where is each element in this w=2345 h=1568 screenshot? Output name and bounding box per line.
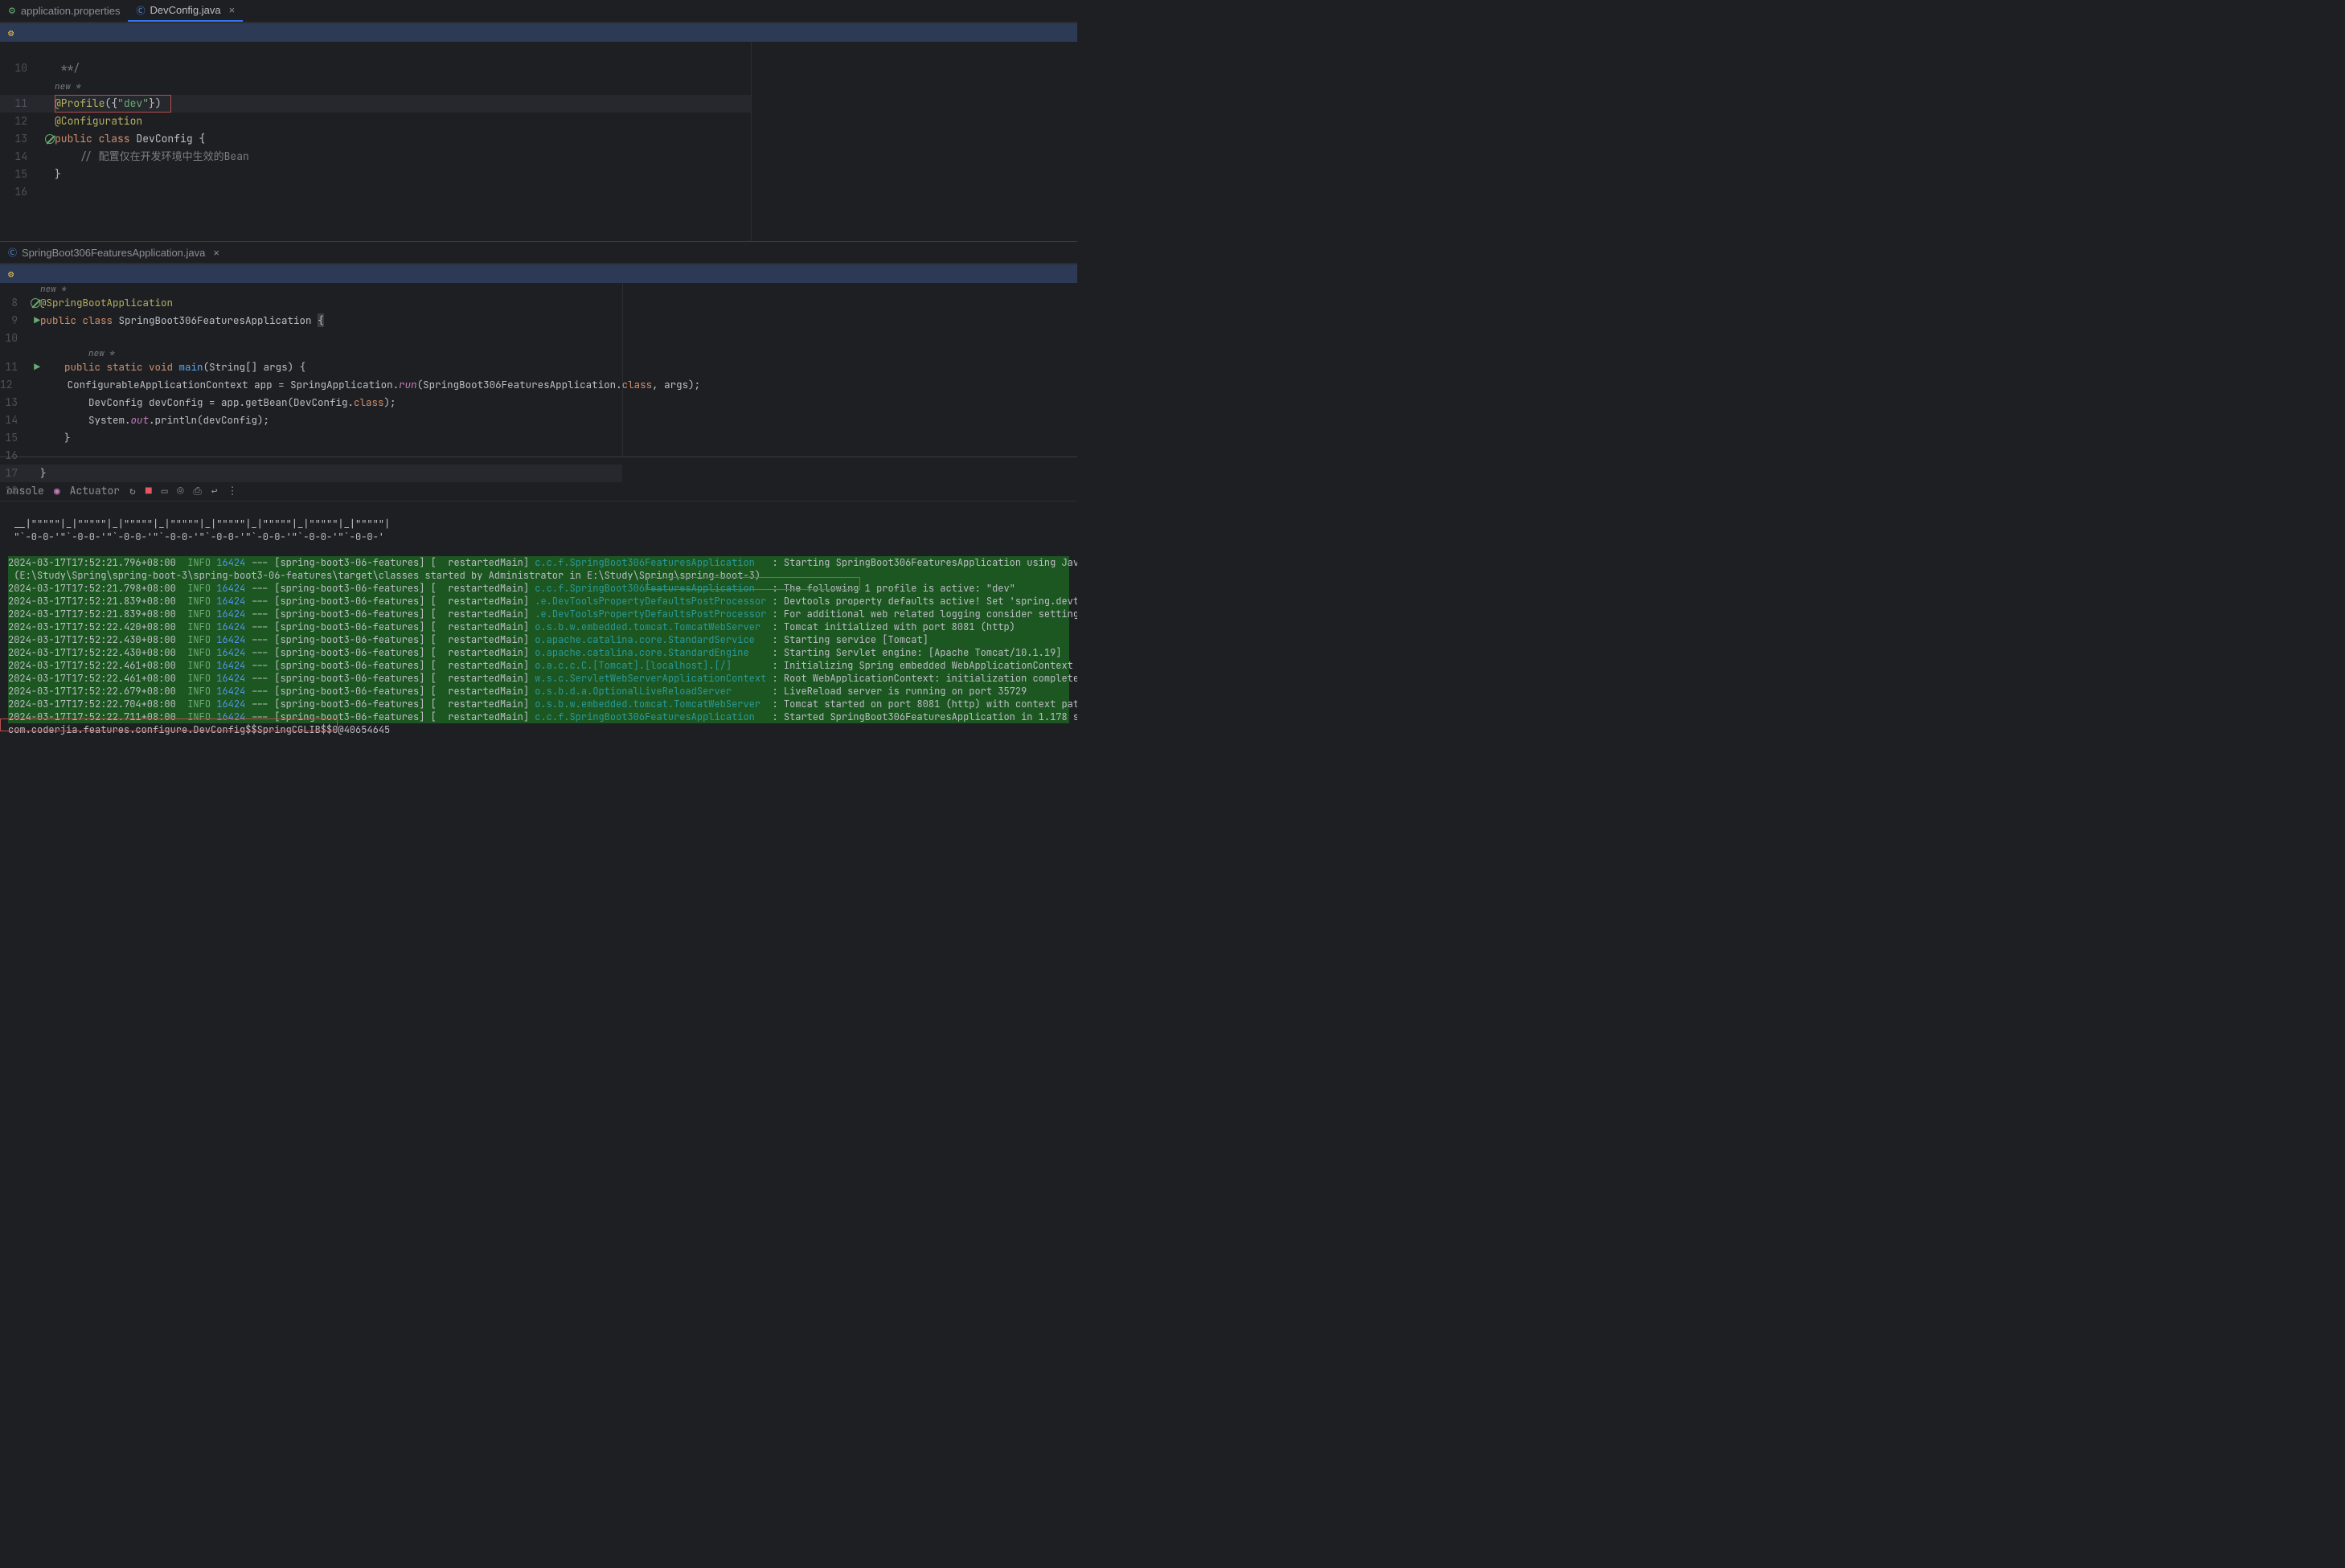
minimap[interactable] — [623, 283, 1077, 456]
code-line[interactable] — [0, 42, 751, 59]
code-line[interactable]: 16 — [0, 447, 622, 465]
code-line[interactable]: 9▶public class SpringBoot306FeaturesAppl… — [0, 312, 622, 330]
code-line[interactable]: 14 System.out.println(devConfig); — [0, 411, 622, 429]
breadcrumb-editor1: ⚙ — [0, 23, 1077, 42]
editor-tabs-mid: Ⓒ SpringBoot306FeaturesApplication.java … — [0, 241, 1077, 264]
close-icon[interactable]: × — [229, 4, 236, 16]
code-line[interactable]: 8@SpringBootApplication — [0, 294, 622, 312]
code-line[interactable]: 12@Configuration — [0, 113, 751, 130]
editor-tabs-top: ⚙ application.properties Ⓒ DevConfig.jav… — [0, 0, 1077, 23]
result-line: com.coderjia.features.configure.DevConfi… — [8, 723, 1069, 736]
properties-icon: ⚙ — [8, 6, 16, 16]
tab-application-properties[interactable]: ⚙ application.properties — [0, 0, 128, 22]
suppress-icon — [31, 298, 40, 308]
ascii-line: "`-0-0-'"`-0-0-'"`-0-0-'"`-0-0-'"`-0-0-'… — [8, 530, 1069, 543]
log-line: 2024-03-17T17:52:21.798+08:00 INFO 16424… — [8, 582, 1069, 595]
log-line: 2024-03-17T17:52:22.704+08:00 INFO 16424… — [8, 698, 1069, 710]
code-line[interactable]: 13 DevConfig devConfig = app.getBean(Dev… — [0, 394, 622, 411]
code-line[interactable]: 11▶ public static void main(String[] arg… — [0, 358, 622, 376]
tab-label: DevConfig.java — [150, 4, 220, 16]
code-line[interactable]: 11@Profile({"dev"}) — [0, 95, 751, 113]
log-line: 2024-03-17T17:52:21.839+08:00 INFO 16424… — [8, 608, 1069, 620]
code-line[interactable]: 17} — [0, 465, 622, 482]
breadcrumb-icon: ⚙ — [8, 268, 14, 280]
editor-devconfig[interactable]: 10 **/new *11@Profile({"dev"})12@Configu… — [0, 42, 1077, 241]
editor-application[interactable]: new *8@SpringBootApplication9▶public cla… — [0, 283, 1077, 456]
log-line: 2024-03-17T17:52:22.679+08:00 INFO 16424… — [8, 685, 1069, 698]
tab-label: SpringBoot306FeaturesApplication.java — [22, 247, 205, 259]
log-line: 2024-03-17T17:52:22.420+08:00 INFO 16424… — [8, 620, 1069, 633]
code-line[interactable]: 13public class DevConfig { — [0, 130, 751, 148]
ascii-line: __|"""""|_|"""""|_|"""""|_|"""""|_|"""""… — [8, 518, 1069, 530]
tab-devconfig-java[interactable]: Ⓒ DevConfig.java × — [128, 0, 243, 22]
log-output-block: 2024-03-17T17:52:21.796+08:00 INFO 16424… — [8, 556, 1069, 723]
log-line: 2024-03-17T17:52:22.711+08:00 INFO 16424… — [8, 710, 1069, 723]
log-line: (E:\Study\Spring\spring-boot-3\spring-bo… — [8, 569, 1069, 582]
tab-app-java[interactable]: Ⓒ SpringBoot306FeaturesApplication.java … — [0, 242, 228, 263]
java-class-icon: Ⓒ — [8, 246, 17, 259]
minimap[interactable] — [752, 42, 1077, 241]
log-line: 2024-03-17T17:52:22.461+08:00 INFO 16424… — [8, 672, 1069, 685]
code-line[interactable]: 16 — [0, 183, 751, 201]
run-gutter-icon[interactable]: ▶ — [34, 312, 40, 330]
run-gutter-icon[interactable]: ▶ — [34, 358, 40, 376]
code-line[interactable]: 10 — [0, 330, 622, 347]
code-line[interactable]: 18 — [0, 482, 622, 500]
code-line[interactable]: new * — [0, 77, 751, 95]
code-line[interactable]: 10 **/ — [0, 59, 751, 77]
log-line: 2024-03-17T17:52:22.430+08:00 INFO 16424… — [8, 633, 1069, 646]
suppress-icon — [45, 134, 55, 144]
log-line: 2024-03-17T17:52:21.796+08:00 INFO 16424… — [8, 556, 1069, 569]
code-line[interactable]: 14 // 配置仅在开发环境中生效的Bean — [0, 148, 751, 166]
code-line[interactable]: 15} — [0, 166, 751, 183]
code-line[interactable]: new * — [0, 283, 622, 294]
java-class-icon: Ⓒ — [136, 4, 145, 17]
log-line: 2024-03-17T17:52:21.839+08:00 INFO 16424… — [8, 595, 1069, 608]
close-icon[interactable]: × — [213, 247, 219, 259]
console-output[interactable]: __|"""""|_|"""""|_|"""""|_|"""""|_|"""""… — [0, 502, 1077, 739]
code-line[interactable]: 15 } — [0, 429, 622, 447]
breadcrumb-icon: ⚙ — [8, 27, 14, 39]
log-line: 2024-03-17T17:52:22.461+08:00 INFO 16424… — [8, 659, 1069, 672]
log-line: 2024-03-17T17:52:22.430+08:00 INFO 16424… — [8, 646, 1069, 659]
code-line[interactable]: new * — [0, 347, 622, 358]
code-line[interactable]: 12 ConfigurableApplicationContext app = … — [0, 376, 622, 394]
tab-label: application.properties — [21, 5, 121, 17]
breadcrumb-editor2: ⚙ — [0, 264, 1077, 283]
